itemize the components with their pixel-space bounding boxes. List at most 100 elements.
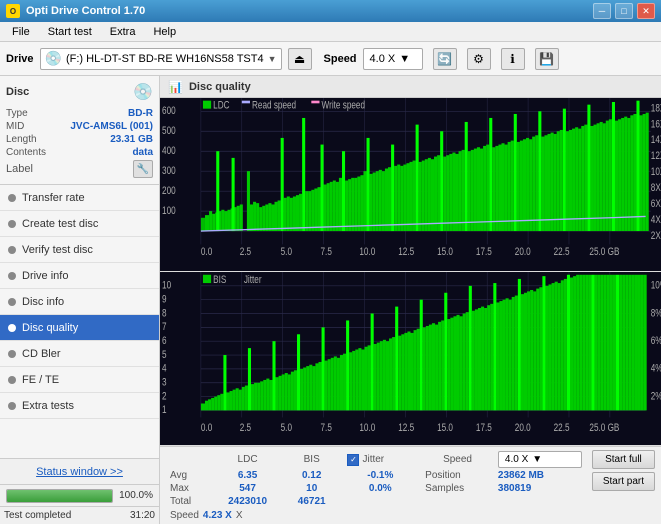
sidebar-item-cd-bler[interactable]: CD Bler — [0, 341, 159, 367]
menubar: File Start test Extra Help — [0, 22, 661, 42]
nav-dot — [8, 194, 16, 202]
svg-text:25.0 GB: 25.0 GB — [589, 246, 619, 258]
start-full-button[interactable]: Start full — [592, 450, 655, 469]
nav-label-extra-tests: Extra tests — [22, 400, 74, 412]
svg-text:22.5: 22.5 — [554, 246, 570, 258]
sidebar-item-verify-test-disc[interactable]: Verify test disc — [0, 237, 159, 263]
status-window-button[interactable]: Status window >> — [0, 458, 159, 484]
svg-text:8%: 8% — [651, 307, 661, 320]
info-button[interactable]: ℹ — [501, 48, 525, 70]
nav-label-fe-te: FE / TE — [22, 374, 59, 386]
nav-dot — [8, 350, 16, 358]
bis-chart-svg: 10 9 8 7 6 5 4 3 2 1 10% 8% 6% 4% 2% — [160, 272, 661, 445]
svg-text:12.5: 12.5 — [398, 246, 414, 258]
svg-text:Write speed: Write speed — [322, 100, 365, 112]
total-label: Total — [166, 495, 211, 508]
drive-select[interactable]: 💿 (F:) HL-DT-ST BD-RE WH16NS58 TST4 ▼ — [40, 48, 282, 70]
maximize-button[interactable]: □ — [615, 3, 633, 19]
svg-text:16X: 16X — [651, 118, 661, 130]
svg-text:BIS: BIS — [213, 274, 227, 287]
close-button[interactable]: ✕ — [637, 3, 655, 19]
sidebar-item-create-test-disc[interactable]: Create test disc — [0, 211, 159, 237]
total-bis: 46721 — [284, 495, 340, 508]
menu-extra[interactable]: Extra — [102, 24, 144, 40]
svg-text:3: 3 — [162, 376, 167, 389]
refresh-button[interactable]: 🔄 — [433, 48, 457, 70]
jitter-checkbox[interactable]: ✓ — [347, 454, 359, 466]
stats-section: LDC BIS ✓ Jitter Speed 4.0 X — [166, 450, 586, 521]
disc-mid-row: MID JVC-AMS6L (001) — [6, 121, 153, 132]
menu-start-test[interactable]: Start test — [40, 24, 100, 40]
disc-header: Disc 💿 — [6, 82, 153, 102]
max-label: Max — [166, 482, 211, 495]
svg-text:0.0: 0.0 — [201, 246, 212, 258]
progress-percent: 100.0% — [119, 490, 153, 501]
status-text: Test completed — [4, 510, 71, 521]
drive-label: Drive — [6, 53, 34, 65]
disc-contents-row: Contents data — [6, 147, 153, 158]
progress-bar-inner — [7, 490, 112, 502]
sidebar-item-transfer-rate[interactable]: Transfer rate — [0, 185, 159, 211]
sidebar-item-disc-quality[interactable]: Disc quality — [0, 315, 159, 341]
nav-dot — [8, 272, 16, 280]
menu-file[interactable]: File — [4, 24, 38, 40]
app-title: Opti Drive Control 1.70 — [26, 5, 145, 17]
speed-select[interactable]: 4.0 X ▼ — [363, 48, 423, 70]
svg-text:5.0: 5.0 — [281, 422, 293, 435]
sidebar-item-extra-tests[interactable]: Extra tests — [0, 393, 159, 419]
disc-contents-value: data — [132, 147, 153, 158]
sidebar-item-fe-te[interactable]: FE / TE — [0, 367, 159, 393]
titlebar-controls: ─ □ ✕ — [593, 3, 655, 19]
speed-label: Speed — [324, 53, 357, 65]
speed-test-dropdown[interactable]: 4.0 X ▼ — [498, 451, 582, 468]
svg-text:15.0: 15.0 — [437, 422, 453, 435]
drive-icon: 💿 — [45, 50, 62, 67]
content-area: 📊 Disc quality — [160, 76, 661, 524]
disc-mid-label: MID — [6, 121, 24, 132]
disc-panel: Disc 💿 Type BD-R MID JVC-AMS6L (001) Len… — [0, 76, 159, 185]
disc-label-button[interactable]: 🔧 — [133, 160, 153, 178]
disc-panel-icon: 💿 — [133, 82, 153, 102]
sidebar-item-drive-info[interactable]: Drive info — [0, 263, 159, 289]
menu-help[interactable]: Help — [145, 24, 184, 40]
disc-title: Disc — [6, 86, 29, 98]
svg-text:8: 8 — [162, 307, 167, 320]
svg-text:4: 4 — [162, 363, 167, 376]
chart-ldc: 600 500 400 300 200 100 18X 16X 14X 12X … — [160, 98, 661, 272]
svg-text:2.5: 2.5 — [240, 246, 251, 258]
drive-select-text: (F:) HL-DT-ST BD-RE WH16NS58 TST4 — [66, 53, 264, 65]
speed-test-value: 4.0 X — [505, 454, 528, 465]
nav-dot — [8, 298, 16, 306]
sidebar-item-disc-info[interactable]: Disc info — [0, 289, 159, 315]
svg-text:22.5: 22.5 — [554, 422, 570, 435]
content-header-icon: 📊 — [168, 80, 183, 94]
speed-static-value: 4.23 X — [203, 510, 232, 521]
minimize-button[interactable]: ─ — [593, 3, 611, 19]
eject-button[interactable]: ⏏ — [288, 48, 312, 70]
svg-text:25.0 GB: 25.0 GB — [589, 422, 619, 435]
max-ldc: 547 — [211, 482, 284, 495]
svg-text:5.0: 5.0 — [281, 246, 292, 258]
nav-label-cd-bler: CD Bler — [22, 348, 61, 360]
svg-text:5: 5 — [162, 349, 167, 362]
nav-label-create-test-disc: Create test disc — [22, 218, 98, 230]
drive-dropdown-arrow: ▼ — [268, 54, 277, 64]
action-buttons: Start full Start part — [592, 450, 655, 491]
total-ldc: 2423010 — [211, 495, 284, 508]
svg-text:15.0: 15.0 — [437, 246, 453, 258]
avg-bis: 0.12 — [284, 469, 340, 482]
save-button[interactable]: 💾 — [535, 48, 559, 70]
chart-bis-jitter: 10 9 8 7 6 5 4 3 2 1 10% 8% 6% 4% 2% — [160, 272, 661, 446]
nav-label-verify-test-disc: Verify test disc — [22, 244, 93, 256]
samples-value: 380819 — [494, 482, 586, 495]
position-value: 23862 MB — [494, 469, 586, 482]
status-window-label: Status window >> — [36, 466, 123, 478]
svg-text:2X: 2X — [651, 230, 661, 242]
settings-button[interactable]: ⚙ — [467, 48, 491, 70]
start-part-button[interactable]: Start part — [592, 472, 655, 491]
svg-text:20.0: 20.0 — [515, 422, 531, 435]
svg-text:10.0: 10.0 — [359, 422, 375, 435]
avg-jitter: -0.1% — [339, 469, 421, 482]
max-bis: 10 — [284, 482, 340, 495]
svg-text:14X: 14X — [651, 134, 661, 146]
